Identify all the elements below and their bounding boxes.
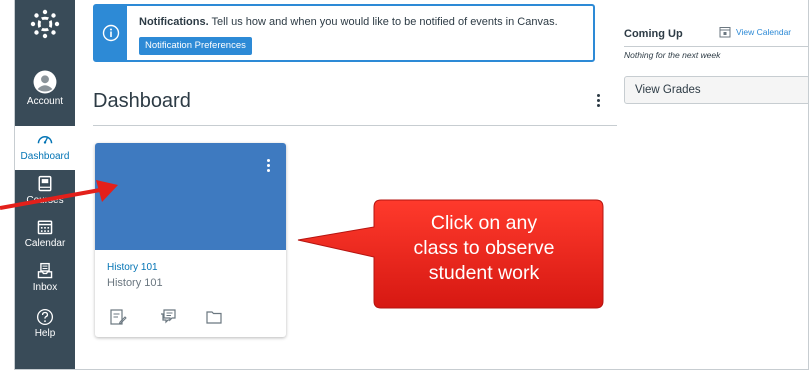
coming-up-empty-text: Nothing for the next week — [624, 50, 721, 60]
nav-help-label: Help — [34, 328, 56, 339]
notification-preferences-button[interactable]: Notification Preferences — [139, 37, 252, 55]
view-calendar-link[interactable]: View Calendar — [736, 27, 791, 37]
nav-dashboard[interactable]: Dashboard — [15, 126, 75, 170]
annotation-line-2: class to observe — [413, 237, 555, 259]
course-card[interactable]: History 101 History 101 — [95, 143, 286, 337]
inbox-icon — [37, 262, 53, 279]
page-title: Dashboard — [93, 90, 191, 112]
banner-message: Notifications. Tell us how and when you … — [139, 16, 558, 28]
assignments-icon[interactable] — [109, 308, 127, 326]
screenshot-frame: Account Dashboard Courses — [0, 0, 809, 375]
nav-inbox-label: Inbox — [32, 282, 58, 293]
dashboard-options-icon[interactable] — [593, 92, 603, 110]
coming-up-heading: Coming Up — [624, 28, 683, 40]
annotation-line-1: Click on any — [430, 212, 538, 234]
nav-calendar-label: Calendar — [24, 238, 66, 249]
annotation-line-3: student work — [428, 262, 540, 284]
view-grades-button[interactable]: View Grades — [624, 76, 808, 104]
annotation-arrow — [0, 180, 118, 210]
course-card-subtitle: History 101 — [107, 277, 163, 289]
nav-dashboard-label: Dashboard — [20, 151, 70, 162]
nav-account[interactable]: Account — [15, 70, 75, 108]
course-card-options-icon[interactable] — [263, 157, 273, 177]
notification-banner: Notifications. Tell us how and when you … — [93, 4, 595, 62]
files-folder-icon[interactable] — [205, 308, 223, 326]
nav-inbox[interactable]: Inbox — [15, 262, 75, 294]
annotation-text: Click on any class to observe student wo… — [368, 211, 600, 286]
dashboard-gauge-icon — [37, 135, 53, 144]
nav-help[interactable]: Help — [15, 308, 75, 340]
header-divider — [93, 125, 617, 126]
canvas-logo-icon[interactable] — [29, 8, 61, 40]
help-question-icon — [36, 308, 54, 326]
account-avatar-icon — [33, 70, 57, 94]
banner-text: Tell us how and when you would like to b… — [208, 16, 558, 28]
discussions-icon[interactable] — [159, 308, 177, 326]
course-card-title[interactable]: History 101 — [107, 262, 158, 273]
nav-account-label: Account — [26, 96, 64, 107]
sidebar-divider — [624, 46, 808, 47]
calendar-small-icon[interactable] — [719, 26, 731, 38]
info-icon — [102, 24, 120, 42]
banner-title: Notifications. — [139, 16, 209, 28]
